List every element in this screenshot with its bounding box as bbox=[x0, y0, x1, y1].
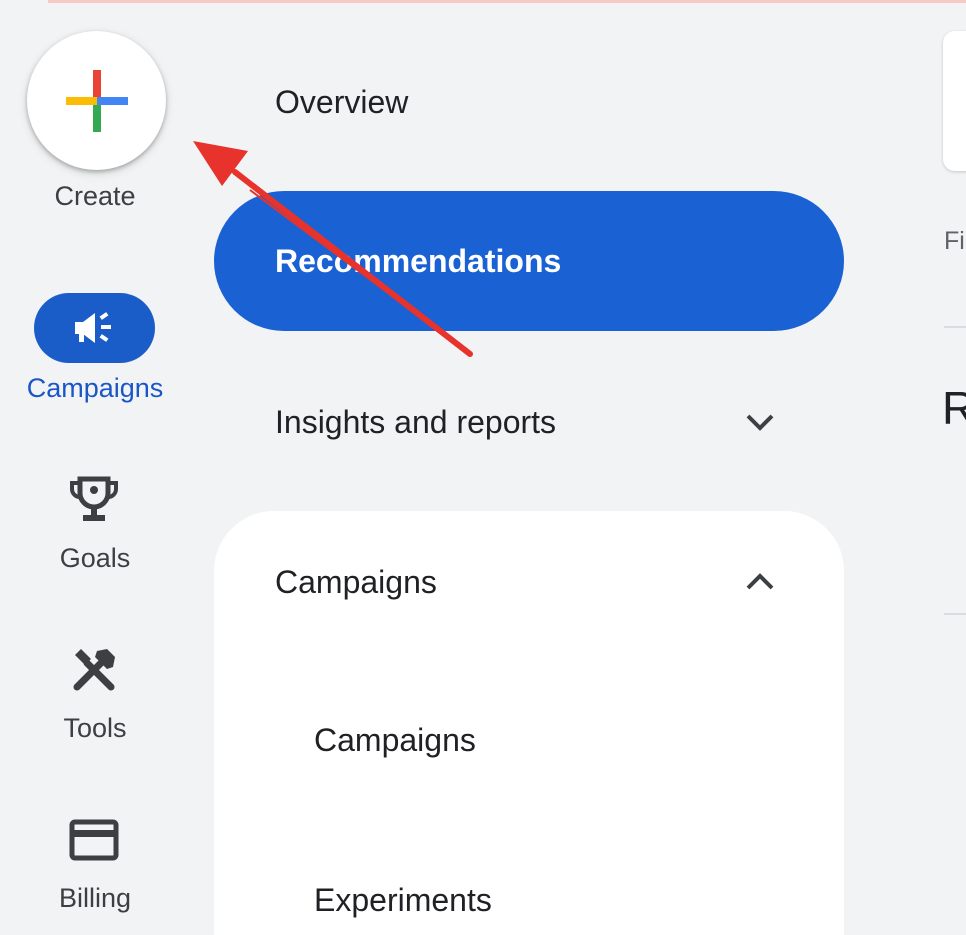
right-divider bbox=[944, 613, 966, 615]
nav-sub-campaigns[interactable]: Campaigns bbox=[314, 722, 476, 759]
right-search-card[interactable] bbox=[943, 31, 966, 171]
credit-card-icon bbox=[69, 819, 119, 861]
plus-icon bbox=[65, 69, 128, 132]
campaigns-rail-button[interactable] bbox=[34, 293, 155, 363]
google-ads-screen: Create Campaigns Goals Tools Billing Ove… bbox=[0, 0, 966, 935]
right-divider bbox=[944, 326, 966, 328]
goals-label: Goals bbox=[59, 543, 131, 573]
billing-label: Billing bbox=[58, 883, 132, 913]
tools-icon bbox=[73, 649, 115, 691]
nav-insights-label: Insights and reports bbox=[275, 403, 557, 440]
right-heading-text: R bbox=[942, 382, 966, 434]
chevron-down-icon bbox=[746, 414, 774, 431]
nav-overview[interactable]: Overview bbox=[214, 62, 844, 142]
nav-overview-label: Overview bbox=[275, 83, 409, 120]
megaphone-icon bbox=[74, 312, 111, 343]
nav-sub-experiments[interactable]: Experiments bbox=[314, 882, 492, 919]
nav-recommendations-label: Recommendations bbox=[275, 242, 562, 279]
nav-campaigns-section[interactable]: Campaigns bbox=[214, 542, 844, 622]
billing-button[interactable] bbox=[64, 810, 124, 870]
goals-button[interactable] bbox=[64, 470, 124, 530]
right-filter-text: Fi bbox=[944, 227, 965, 255]
create-label: Create bbox=[54, 181, 136, 211]
tools-label: Tools bbox=[63, 713, 127, 743]
chevron-up-icon bbox=[746, 573, 774, 590]
nav-insights-and-reports[interactable]: Insights and reports bbox=[214, 382, 844, 462]
create-button[interactable] bbox=[27, 31, 166, 170]
campaigns-rail-label: Campaigns bbox=[26, 373, 164, 403]
trophy-icon bbox=[70, 476, 118, 521]
nav-recommendations[interactable]: Recommendations bbox=[214, 191, 844, 331]
tools-button[interactable] bbox=[64, 640, 124, 700]
left-rail: Create Campaigns Goals Tools Billing bbox=[0, 0, 190, 935]
nav-campaigns-section-label: Campaigns bbox=[275, 563, 437, 600]
